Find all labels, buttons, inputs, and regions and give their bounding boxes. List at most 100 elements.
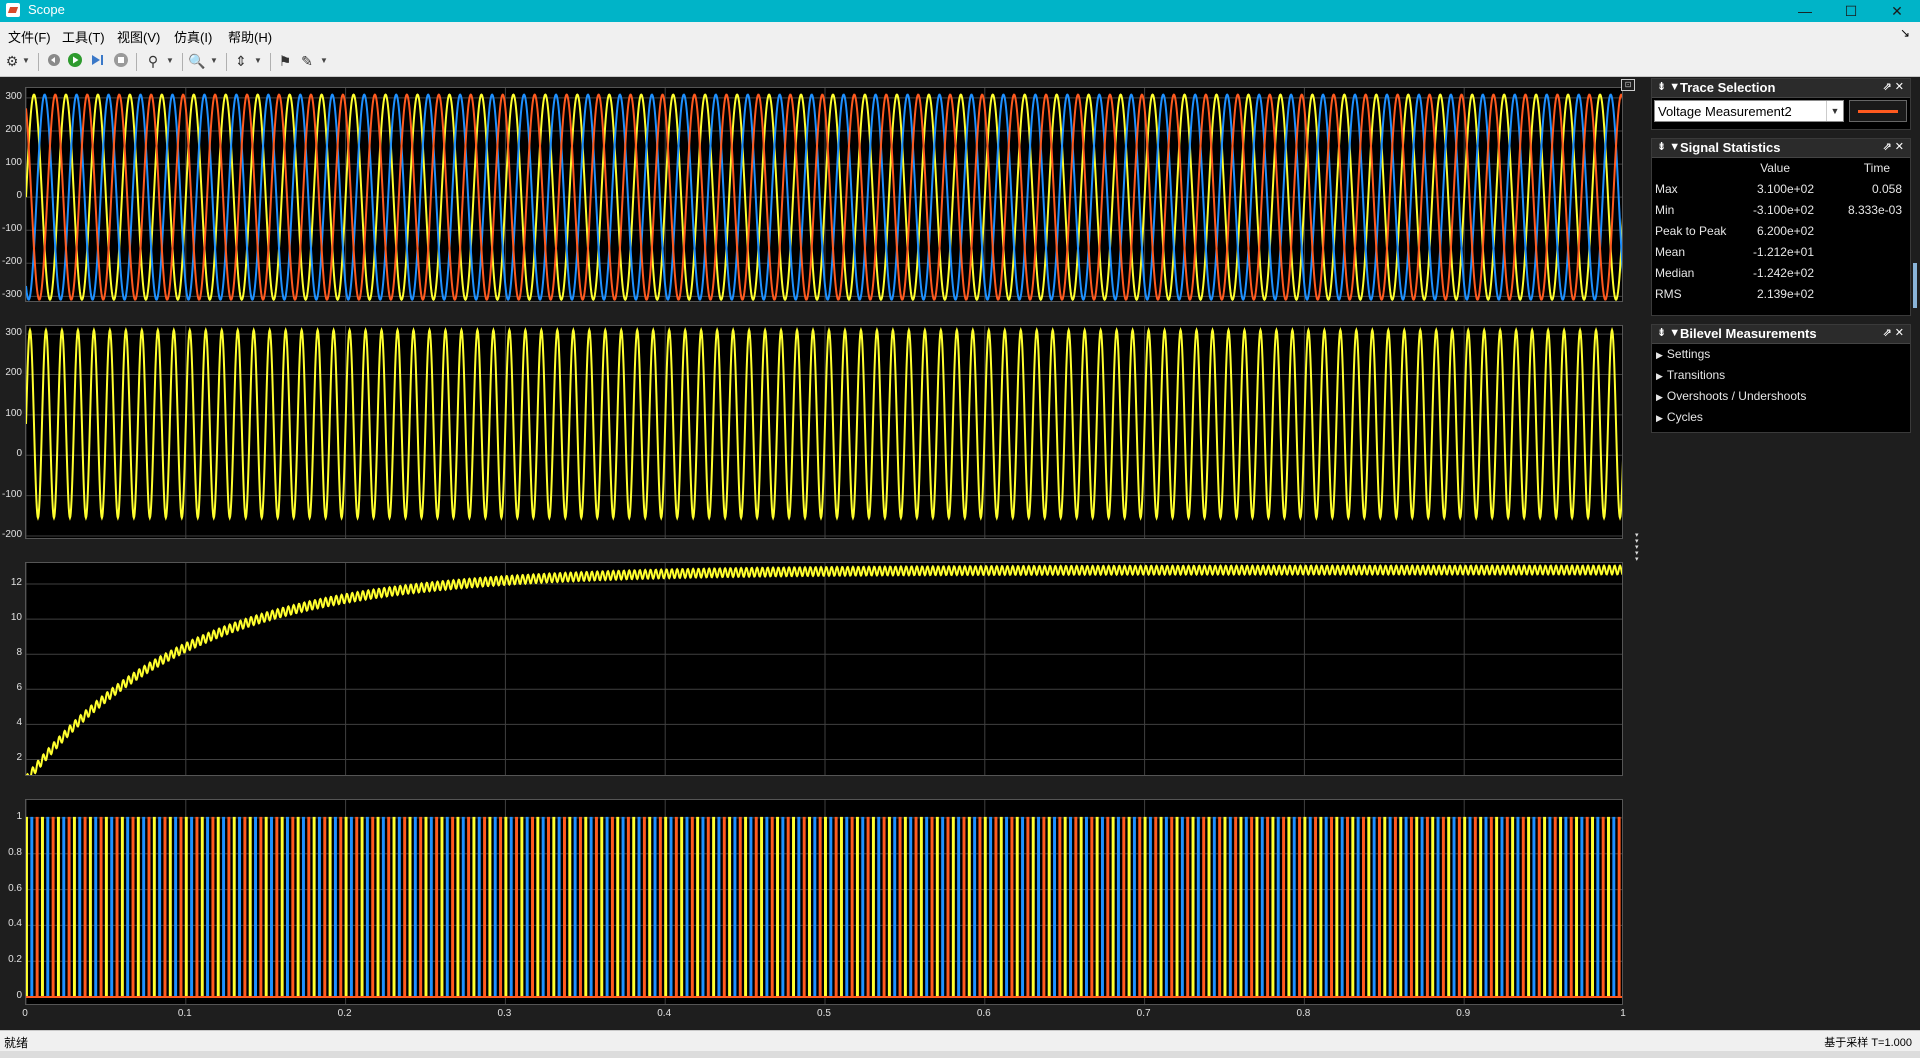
menu-simulation[interactable]: 仿真(I) bbox=[174, 27, 212, 46]
gear-dropdown-icon[interactable]: ▼ bbox=[22, 52, 30, 70]
x-tick-label: 0.5 bbox=[817, 1008, 831, 1019]
stat-value: 6.200e+02 bbox=[1756, 224, 1814, 238]
measurements-dropdown-icon[interactable]: ▼ bbox=[320, 52, 328, 70]
undock-close-icon[interactable]: ⇗ ✕ bbox=[1883, 80, 1905, 93]
x-tick-label: 0.2 bbox=[337, 1008, 352, 1019]
collapse-arrows-icon[interactable]: ⇟ ▼ bbox=[1657, 140, 1680, 153]
statistics-header-row: Value Time bbox=[1652, 161, 1910, 181]
highlight-dropdown-icon[interactable]: ▼ bbox=[166, 52, 174, 70]
plot-gate-pulses[interactable] bbox=[25, 799, 1623, 1005]
undock-close-icon[interactable]: ⇗ ✕ bbox=[1883, 140, 1905, 153]
stat-name: RMS bbox=[1655, 287, 1682, 301]
y-tick-label: 100 bbox=[5, 407, 22, 419]
zoom-dropdown-icon[interactable]: ▼ bbox=[210, 52, 218, 70]
plot-svg-3 bbox=[26, 800, 1622, 1004]
dock-icon[interactable]: ⊡ bbox=[1621, 79, 1635, 91]
plot-three-phase-voltage[interactable] bbox=[25, 87, 1623, 302]
y-tick-label: 200 bbox=[5, 124, 22, 135]
gear-icon[interactable]: ⚙ bbox=[4, 52, 20, 70]
step-forward-icon[interactable] bbox=[88, 52, 106, 70]
expand-arrow-icon[interactable]: ▶ bbox=[1656, 371, 1663, 381]
stat-name: Max bbox=[1655, 182, 1678, 196]
bilevel-title: Bilevel Measurements bbox=[1680, 326, 1817, 341]
collapse-panel-arrows-icon[interactable]: ▾ ▾ ▾ ▾ ▾ bbox=[1635, 532, 1643, 563]
highlight-simulink-block-icon[interactable]: ⚲ bbox=[144, 52, 162, 70]
x-tick-label: 0.1 bbox=[177, 1008, 192, 1019]
y-tick-label: -200 bbox=[1, 256, 22, 268]
expand-arrow-icon[interactable]: ▶ bbox=[1656, 392, 1663, 402]
scale-dropdown-icon[interactable]: ▼ bbox=[254, 52, 262, 70]
y-tick-label: 6 bbox=[16, 682, 22, 694]
table-row: Peak to Peak 6.200e+02 bbox=[1652, 224, 1910, 244]
trace-selection-panel: ⇟ ▼ Trace Selection ⇗ ✕ Voltage Measurem… bbox=[1651, 78, 1911, 130]
window-title: Scope bbox=[28, 2, 65, 17]
run-icon[interactable] bbox=[66, 52, 84, 70]
expand-arrow-icon[interactable]: ▶ bbox=[1656, 413, 1663, 423]
table-row: Mean -1.212e+01 bbox=[1652, 245, 1910, 265]
y-tick-label: 0 bbox=[16, 990, 22, 1002]
signal-statistics-header[interactable]: ⇟ ▼ Signal Statistics ⇗ ✕ bbox=[1652, 139, 1910, 158]
undock-icon[interactable]: ↘ bbox=[1900, 26, 1910, 40]
stat-name: Peak to Peak bbox=[1655, 224, 1727, 238]
x-tick-label: 1 bbox=[1620, 1008, 1626, 1019]
x-tick-label: 0.7 bbox=[1136, 1008, 1151, 1019]
plot-rectified-voltage[interactable] bbox=[25, 325, 1623, 539]
y-tick-label: 0 bbox=[16, 448, 22, 460]
x-tick-label: 0.9 bbox=[1456, 1008, 1471, 1019]
y-tick-label: -100 bbox=[1, 488, 22, 500]
step-back-icon[interactable] bbox=[44, 52, 62, 70]
minimize-button[interactable]: — bbox=[1782, 0, 1828, 22]
trace-selection-header[interactable]: ⇟ ▼ Trace Selection ⇗ ✕ bbox=[1652, 79, 1910, 98]
status-bar: 就绪 基于采样 T=1.000 bbox=[0, 1030, 1920, 1051]
zoom-in-icon[interactable]: 🔍 bbox=[188, 52, 206, 70]
trace-color-swatch[interactable] bbox=[1849, 100, 1907, 122]
bilevel-header[interactable]: ⇟ ▼ Bilevel Measurements ⇗ ✕ bbox=[1652, 325, 1910, 344]
tree-item-settings[interactable]: ▶ Settings bbox=[1656, 347, 1710, 361]
collapse-arrows-icon[interactable]: ⇟ ▼ bbox=[1657, 326, 1680, 339]
y-tick-label: 300 bbox=[5, 327, 22, 339]
x-tick-label: 0.8 bbox=[1296, 1008, 1311, 1019]
menu-view[interactable]: 视图(V) bbox=[117, 27, 160, 46]
plot-svg-0 bbox=[26, 88, 1622, 301]
tree-item-label: Overshoots / Undershoots bbox=[1666, 389, 1807, 403]
stat-name: Mean bbox=[1655, 245, 1686, 259]
trace-selection-title: Trace Selection bbox=[1680, 80, 1776, 95]
toolbar-separator bbox=[38, 53, 39, 71]
table-row: RMS 2.139e+02 bbox=[1652, 287, 1910, 307]
table-row: Min -3.100e+02 8.333e-03 bbox=[1652, 203, 1910, 223]
collapse-arrows-icon[interactable]: ⇟ ▼ bbox=[1657, 80, 1680, 93]
signal-statistics-panel: ⇟ ▼ Signal Statistics ⇗ ✕ Value Time Max… bbox=[1651, 138, 1911, 316]
y-tick-label: 100 bbox=[5, 157, 22, 169]
undock-close-icon[interactable]: ⇗ ✕ bbox=[1883, 326, 1905, 339]
close-button[interactable]: ✕ bbox=[1874, 0, 1920, 22]
y-tick-label: 0.8 bbox=[8, 846, 22, 858]
maximize-button[interactable]: ☐ bbox=[1828, 0, 1874, 22]
stop-icon[interactable] bbox=[112, 52, 130, 70]
trace-color-line bbox=[1858, 110, 1898, 113]
tree-item-label: Cycles bbox=[1666, 410, 1703, 424]
scale-axes-limits-icon[interactable]: ⇕ bbox=[232, 52, 250, 70]
value-column-header: Value bbox=[1760, 161, 1790, 175]
menu-file[interactable]: 文件(F) bbox=[8, 27, 51, 46]
trace-select-dropdown[interactable]: Voltage Measurement2 ▼ bbox=[1654, 100, 1844, 122]
expand-arrow-icon[interactable]: ▶ bbox=[1656, 350, 1663, 360]
y-tick-label: 300 bbox=[5, 90, 22, 102]
time-column-header: Time bbox=[1863, 161, 1890, 175]
stat-value: 3.100e+02 bbox=[1756, 182, 1814, 196]
plot-dc-output[interactable] bbox=[25, 562, 1623, 776]
tree-item-transitions[interactable]: ▶ Transitions bbox=[1656, 368, 1725, 382]
stat-value: -1.212e+01 bbox=[1752, 245, 1814, 259]
y-tick-label: 12 bbox=[10, 577, 22, 589]
sample-time-text: 基于采样 T=1.000 bbox=[1824, 1037, 1912, 1049]
signal-statistics-title: Signal Statistics bbox=[1680, 140, 1781, 155]
tree-item-cycles[interactable]: ▶ Cycles bbox=[1656, 410, 1703, 424]
tree-item-overshoots[interactable]: ▶ Overshoots / Undershoots bbox=[1656, 389, 1806, 403]
stat-time: 8.333e-03 bbox=[1847, 203, 1902, 217]
toolbar-separator bbox=[226, 53, 227, 71]
measurements-icon[interactable]: ✎ bbox=[298, 52, 316, 70]
menu-tools[interactable]: 工具(T) bbox=[62, 27, 105, 46]
menu-help[interactable]: 帮助(H) bbox=[228, 27, 272, 46]
triggers-icon[interactable]: ⚑ bbox=[276, 52, 294, 70]
chevron-down-icon[interactable]: ▼ bbox=[1826, 101, 1843, 121]
panel-scrollbar[interactable] bbox=[1913, 263, 1917, 308]
